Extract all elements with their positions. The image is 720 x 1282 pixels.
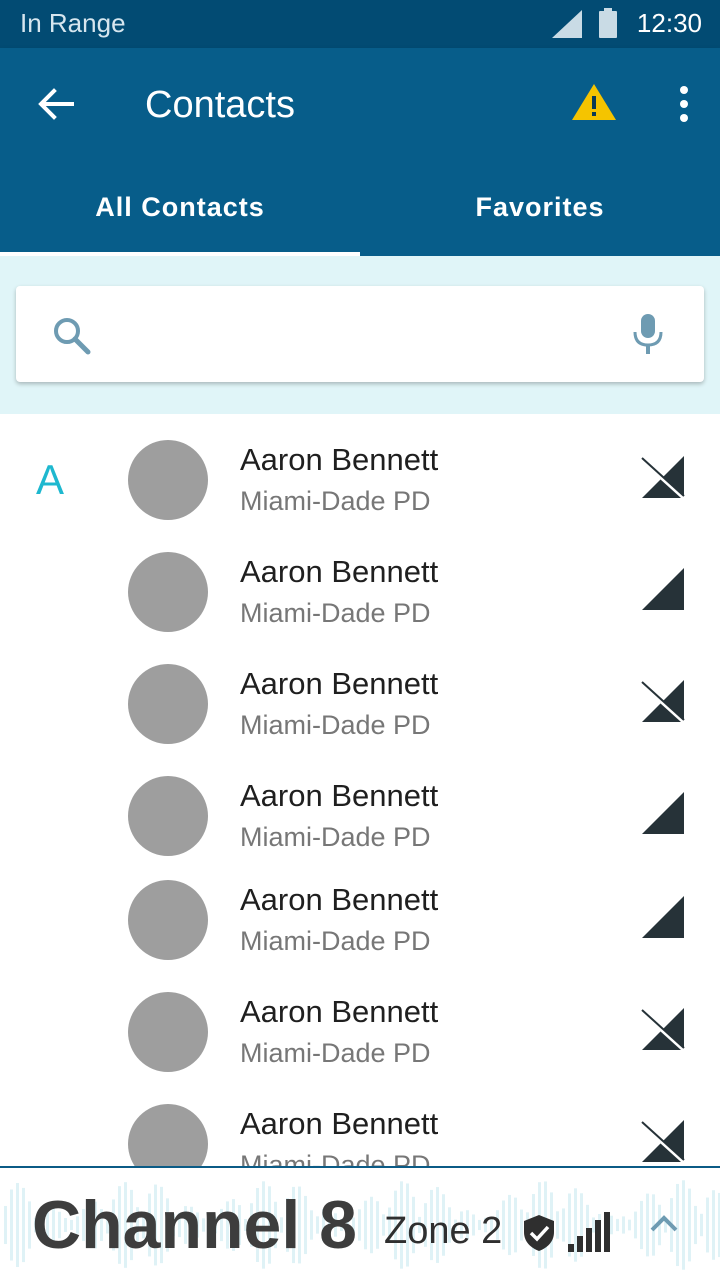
contact-org: Miami-Dade PD	[240, 1038, 431, 1068]
contact-name: Aaron Bennett	[240, 442, 439, 477]
avatar	[128, 992, 208, 1072]
contact-row[interactable]: Aaron Bennett Miami-Dade PD	[0, 526, 720, 638]
contact-org: Miami-Dade PD	[240, 822, 431, 852]
waveform-bar	[682, 1180, 685, 1270]
clock: 12:30	[636, 8, 702, 38]
channel-bar[interactable]: Channel 8 Zone 2	[0, 1166, 720, 1282]
search-area	[0, 256, 720, 414]
waveform-bar	[10, 1189, 13, 1261]
contact-row[interactable]: Aaron Bennett Miami-Dade PD	[0, 854, 720, 966]
tab-all-contacts-label: All Contacts	[95, 192, 265, 222]
contact-name: Aaron Bennett	[240, 1106, 439, 1141]
tab-favorites-label: Favorites	[475, 192, 605, 222]
tab-favorites[interactable]: Favorites	[360, 178, 720, 256]
contact-row[interactable]: Aaron Bennett Miami-Dade PD	[0, 1078, 720, 1166]
app-bar: Contacts All Contacts Favorites	[0, 48, 720, 256]
more-vert-icon[interactable]	[664, 80, 704, 128]
signal-bars-icon	[568, 1212, 610, 1252]
waveform-bar	[622, 1216, 625, 1234]
search-input[interactable]	[116, 310, 600, 360]
waveform-bar	[514, 1197, 517, 1253]
waveform-bar	[16, 1182, 19, 1268]
contact-name: Aaron Bennett	[240, 666, 439, 701]
no-signal-icon	[640, 1008, 686, 1052]
channel-label: Channel 8	[32, 1187, 357, 1263]
battery-icon	[599, 8, 617, 38]
contact-name: Aaron Bennett	[240, 778, 439, 813]
avatar	[128, 552, 208, 632]
contact-org: Miami-Dade PD	[240, 598, 431, 628]
status-bar: In Range 12:30	[0, 0, 720, 48]
avatar	[128, 776, 208, 856]
zone-label: Zone 2	[384, 1210, 503, 1252]
contact-row[interactable]: Aaron Bennett Miami-Dade PD	[0, 966, 720, 1078]
waveform-bar	[688, 1188, 691, 1262]
search-box	[16, 286, 704, 382]
waveform-bar	[616, 1218, 619, 1232]
signal-icon	[642, 896, 684, 938]
page-title: Contacts	[145, 84, 295, 126]
avatar	[128, 1104, 208, 1166]
waveform-bar	[364, 1200, 367, 1250]
waveform-bar	[712, 1190, 715, 1260]
waveform-bar	[562, 1208, 565, 1242]
waveform-bar	[508, 1194, 511, 1256]
signal-icon	[642, 568, 684, 610]
waveform-bar	[22, 1187, 25, 1263]
contact-row[interactable]: Aaron Bennett Miami-Dade PD	[0, 414, 720, 526]
tab-bar: All Contacts Favorites	[0, 178, 720, 256]
waveform-bar	[610, 1215, 613, 1235]
back-arrow-icon[interactable]	[34, 82, 78, 126]
search-icon	[54, 318, 91, 355]
avatar	[128, 440, 208, 520]
contact-name: Aaron Bennett	[240, 554, 439, 589]
waveform-bar	[700, 1213, 703, 1237]
contact-list[interactable]: A Aaron Bennett Miami-Dade PD Aaron Bennet…	[0, 414, 720, 1166]
range-status: In Range	[20, 8, 126, 38]
warning-icon[interactable]	[570, 82, 618, 122]
no-signal-icon	[640, 680, 686, 724]
waveform-bar	[376, 1201, 379, 1249]
contact-name: Aaron Bennett	[240, 994, 439, 1029]
contact-org: Miami-Dade PD	[240, 486, 431, 516]
waveform-bar	[370, 1196, 373, 1254]
no-signal-icon	[640, 456, 686, 500]
contact-row[interactable]: Aaron Bennett Miami-Dade PD	[0, 638, 720, 750]
contact-org: Miami-Dade PD	[240, 710, 431, 740]
mic-icon[interactable]	[630, 312, 666, 356]
avatar	[128, 664, 208, 744]
contact-name: Aaron Bennett	[240, 882, 439, 917]
contact-org: Miami-Dade PD	[240, 926, 431, 956]
avatar	[128, 880, 208, 960]
no-signal-icon	[640, 1120, 686, 1164]
waveform-bar	[556, 1211, 559, 1239]
waveform-bar	[694, 1205, 697, 1245]
waveform-bar	[4, 1205, 7, 1245]
chevron-up-icon[interactable]	[648, 1212, 680, 1236]
waveform-bar	[634, 1211, 637, 1239]
waveform-bar	[358, 1209, 361, 1241]
tab-all-contacts[interactable]: All Contacts	[0, 178, 360, 256]
waveform-bar	[706, 1197, 709, 1253]
waveform-bar	[28, 1201, 31, 1249]
waveform-bar	[640, 1200, 643, 1250]
contact-row[interactable]: Aaron Bennett Miami-Dade PD	[0, 750, 720, 862]
signal-icon	[642, 792, 684, 834]
cell-signal-icon	[552, 10, 582, 38]
contact-org: Miami-Dade PD	[240, 1150, 431, 1166]
waveform-bar	[628, 1219, 631, 1231]
shield-check-icon	[524, 1215, 554, 1251]
waveform-bar	[502, 1200, 505, 1250]
